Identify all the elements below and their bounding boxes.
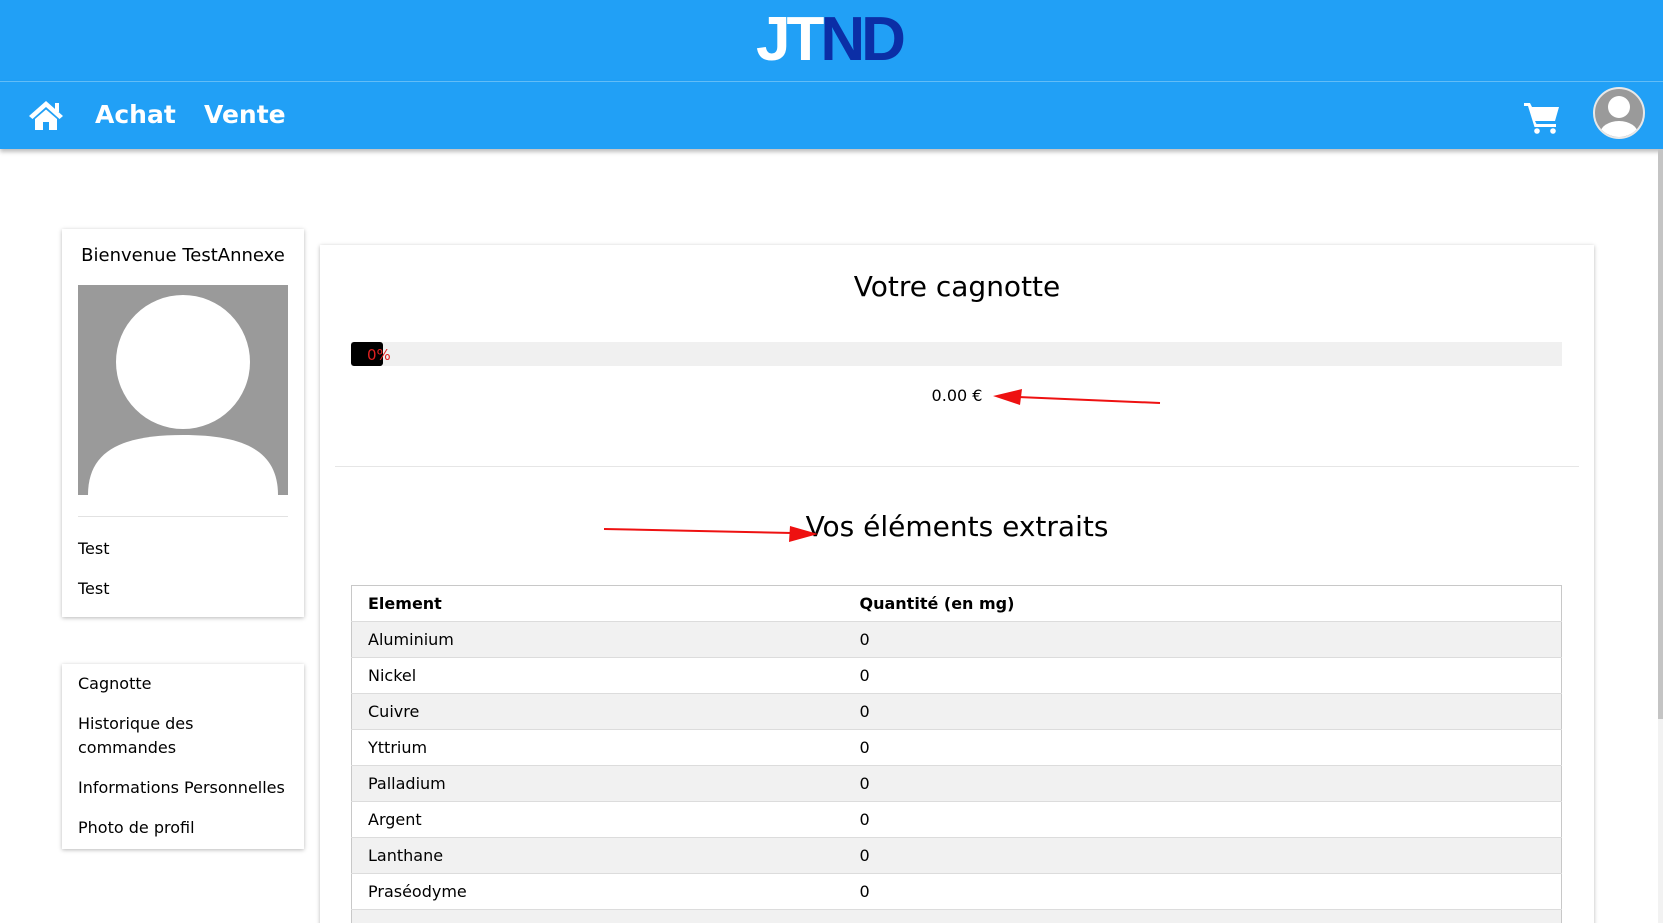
table-row: Lanthane 0 bbox=[351, 837, 1562, 874]
cart-icon[interactable] bbox=[1523, 100, 1561, 134]
element-name: Lanthane bbox=[351, 837, 844, 874]
element-name: Argent bbox=[351, 801, 844, 838]
page-scrollbar-thumb[interactable] bbox=[1658, 149, 1663, 719]
profile-info-line-1: Test bbox=[78, 539, 110, 558]
welcome-text: Bienvenue TestAnnexe bbox=[81, 245, 285, 266]
table-header-row: Element Quantité (en mg) bbox=[351, 585, 1562, 622]
main-panel: Votre cagnotte 0% 0.00 € Vos éléments ex… bbox=[320, 245, 1594, 923]
logo-text-nd: ND bbox=[820, 5, 906, 74]
column-header-quantity: Quantité (en mg) bbox=[843, 585, 1562, 622]
element-name: Praséodyme bbox=[351, 873, 844, 910]
progress-label: 0% bbox=[367, 346, 391, 364]
navbar: Achat Vente bbox=[0, 81, 1663, 149]
table-row-partial bbox=[351, 909, 1562, 923]
table-row: Praséodyme 0 bbox=[351, 873, 1562, 910]
cagnotte-progress-bar: 0% bbox=[351, 342, 1562, 366]
table-row: Nickel 0 bbox=[351, 657, 1562, 694]
element-name: Aluminium bbox=[351, 621, 844, 658]
site-logo[interactable]: JT ND bbox=[756, 5, 906, 74]
element-name: Cuivre bbox=[351, 693, 844, 730]
element-quantity: 0 bbox=[843, 837, 1562, 874]
menu-item-historique[interactable]: Historique des commandes bbox=[78, 712, 218, 760]
elements-title: Vos éléments extraits bbox=[805, 510, 1109, 543]
element-quantity: 0 bbox=[843, 693, 1562, 730]
user-avatar-icon[interactable] bbox=[1593, 87, 1645, 139]
nav-link-vente[interactable]: Vente bbox=[204, 100, 286, 129]
element-quantity: 0 bbox=[843, 621, 1562, 658]
profile-card: Bienvenue TestAnnexe Test Test bbox=[62, 229, 304, 617]
table-row: Aluminium 0 bbox=[351, 621, 1562, 658]
account-menu: Cagnotte Historique des commandes Inform… bbox=[62, 664, 304, 849]
menu-item-informations[interactable]: Informations Personnelles bbox=[78, 776, 293, 800]
menu-item-cagnotte[interactable]: Cagnotte bbox=[78, 672, 293, 696]
table-row: Cuivre 0 bbox=[351, 693, 1562, 730]
profile-avatar bbox=[78, 285, 288, 495]
element-quantity bbox=[843, 909, 1562, 923]
profile-info-line-2: Test bbox=[78, 579, 110, 598]
table-row: Palladium 0 bbox=[351, 765, 1562, 802]
section-divider bbox=[335, 466, 1579, 467]
column-header-element: Element bbox=[351, 585, 844, 622]
element-quantity: 0 bbox=[843, 801, 1562, 838]
element-quantity: 0 bbox=[843, 657, 1562, 694]
home-icon[interactable] bbox=[28, 99, 64, 131]
nav-link-achat[interactable]: Achat bbox=[95, 100, 176, 129]
elements-table: Element Quantité (en mg) Aluminium 0 Nic… bbox=[351, 585, 1562, 923]
element-quantity: 0 bbox=[843, 729, 1562, 766]
element-quantity: 0 bbox=[843, 873, 1562, 910]
profile-divider bbox=[78, 516, 288, 517]
cagnotte-amount: 0.00 € bbox=[931, 386, 983, 405]
cagnotte-title: Votre cagnotte bbox=[853, 270, 1061, 303]
element-name: Nickel bbox=[351, 657, 844, 694]
table-row: Argent 0 bbox=[351, 801, 1562, 838]
menu-item-photo[interactable]: Photo de profil bbox=[78, 816, 293, 840]
element-name: Yttrium bbox=[351, 729, 844, 766]
element-quantity: 0 bbox=[843, 765, 1562, 802]
element-name: Palladium bbox=[351, 765, 844, 802]
header-logo-bar: JT ND bbox=[0, 0, 1663, 81]
element-name bbox=[351, 909, 844, 923]
logo-text-jt: JT bbox=[756, 5, 824, 74]
table-row: Yttrium 0 bbox=[351, 729, 1562, 766]
